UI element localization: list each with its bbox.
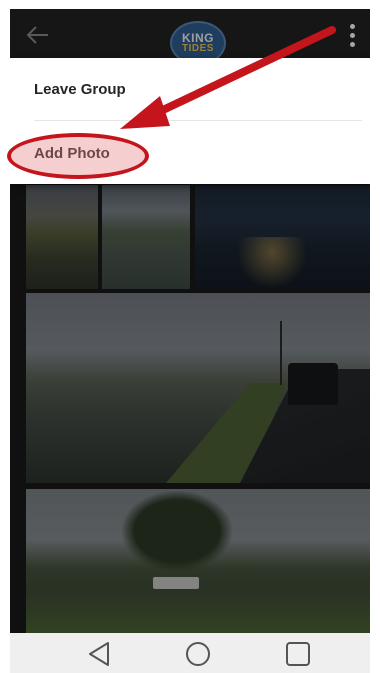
phone-screen: KING TIDES Leave Group Add Photo — [10, 9, 370, 633]
nav-back-icon[interactable] — [86, 641, 114, 667]
nav-home-icon[interactable] — [184, 641, 212, 667]
menu-item-leave-group[interactable]: Leave Group — [10, 58, 370, 120]
system-nav-bar — [10, 633, 370, 673]
highlight-ellipse — [7, 133, 149, 179]
nav-recent-apps-icon[interactable] — [284, 641, 312, 667]
menu-divider — [34, 120, 362, 121]
